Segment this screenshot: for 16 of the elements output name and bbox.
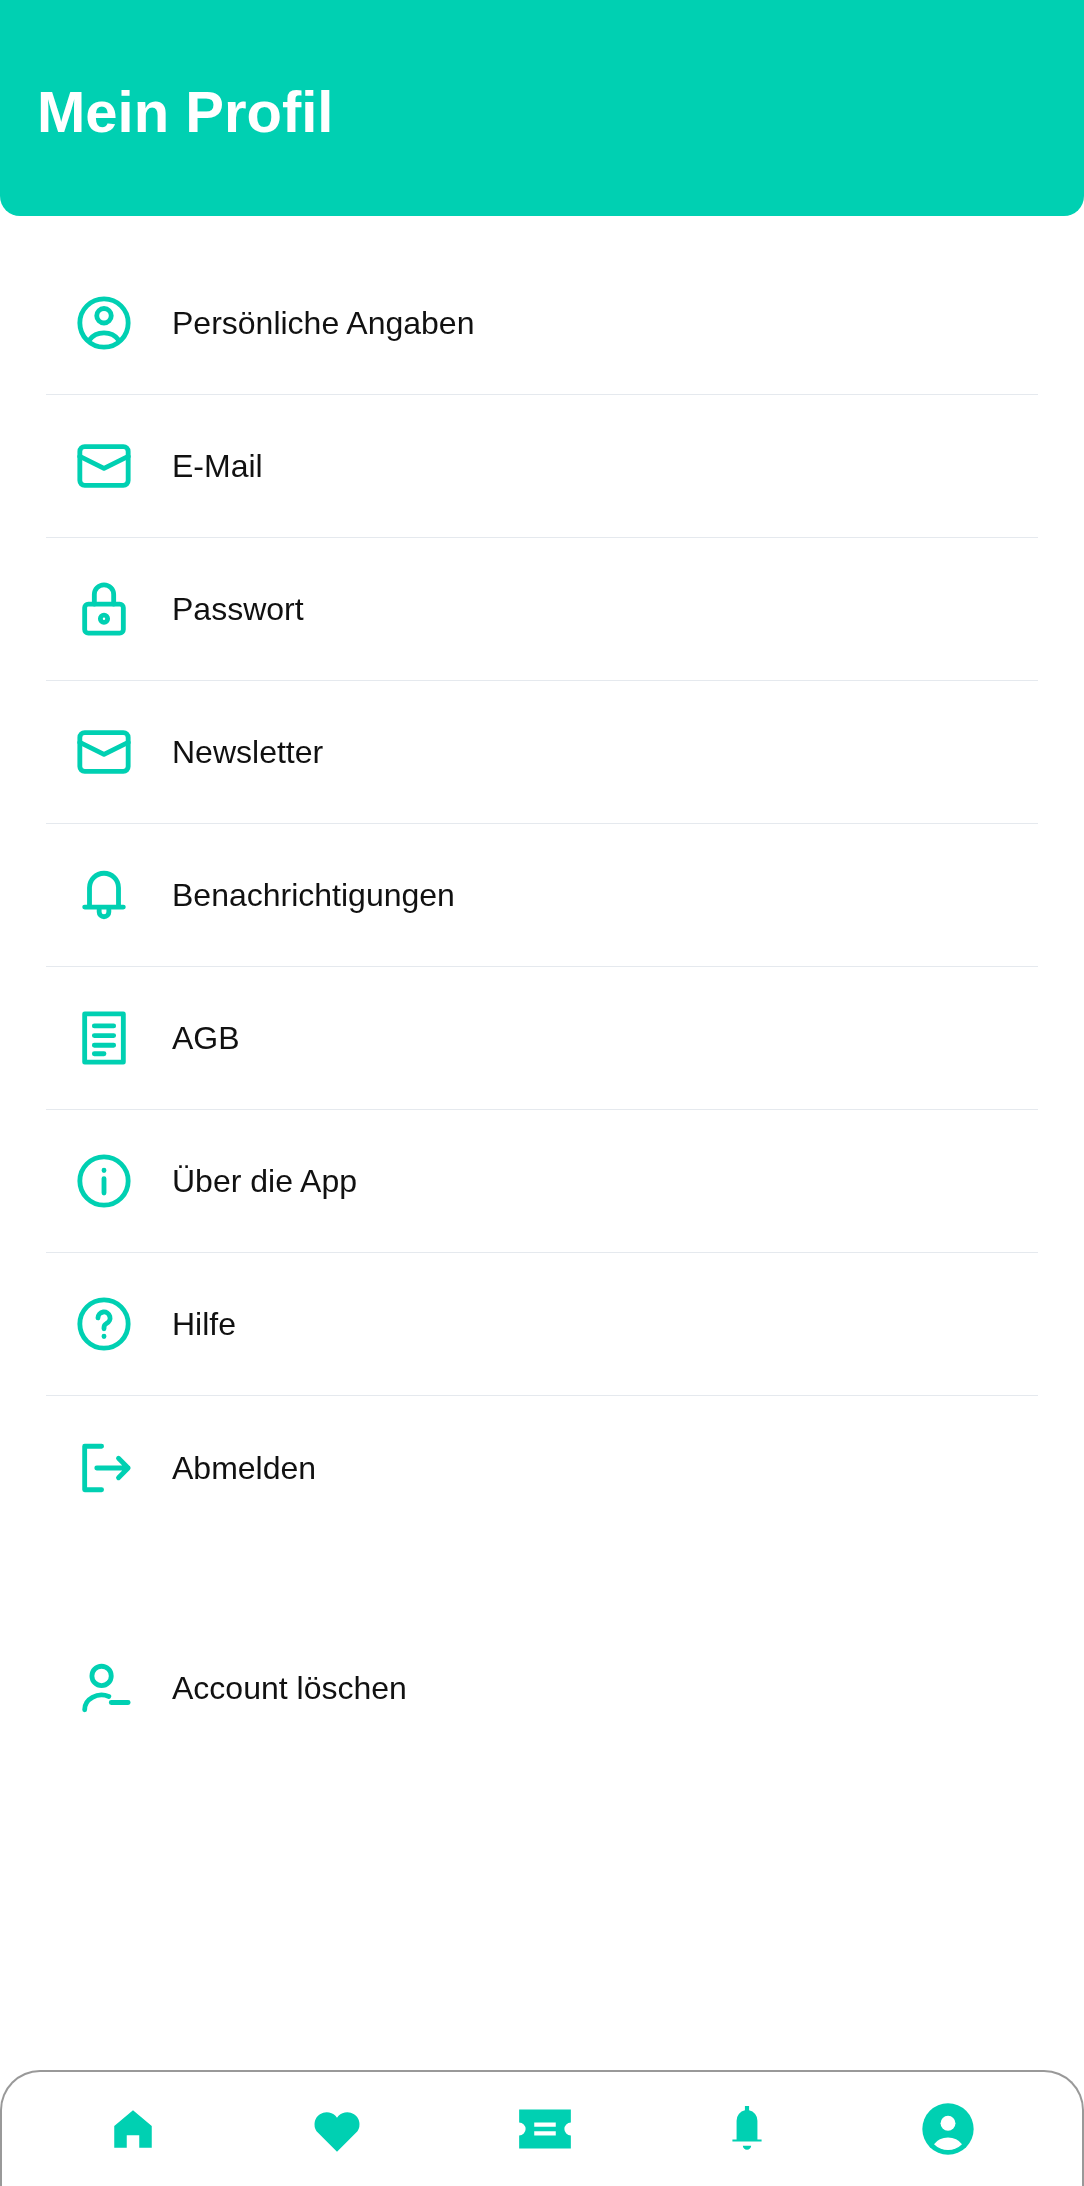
- menu-item[interactable]: Passwort: [46, 538, 1038, 681]
- menu-item[interactable]: Hilfe: [46, 1253, 1038, 1396]
- page-title: Mein Profil: [37, 83, 334, 141]
- menu-item[interactable]: Account löschen: [46, 1616, 1038, 1759]
- profile-icon[interactable]: [920, 2101, 977, 2157]
- menu-item[interactable]: E-Mail: [46, 395, 1038, 538]
- menu-item[interactable]: Persönliche Angaben: [46, 252, 1038, 395]
- person-icon: [75, 294, 133, 352]
- menu-item[interactable]: Benachrichtigungen: [46, 824, 1038, 967]
- menu-item[interactable]: AGB: [46, 967, 1038, 1110]
- info-icon: [75, 1152, 133, 1210]
- menu-item[interactable]: Über die App: [46, 1110, 1038, 1253]
- ticket-icon[interactable]: [517, 2107, 573, 2151]
- menu-item[interactable]: Abmelden: [46, 1396, 1038, 1539]
- menu-item[interactable]: Newsletter: [46, 681, 1038, 824]
- question-icon: [75, 1295, 133, 1353]
